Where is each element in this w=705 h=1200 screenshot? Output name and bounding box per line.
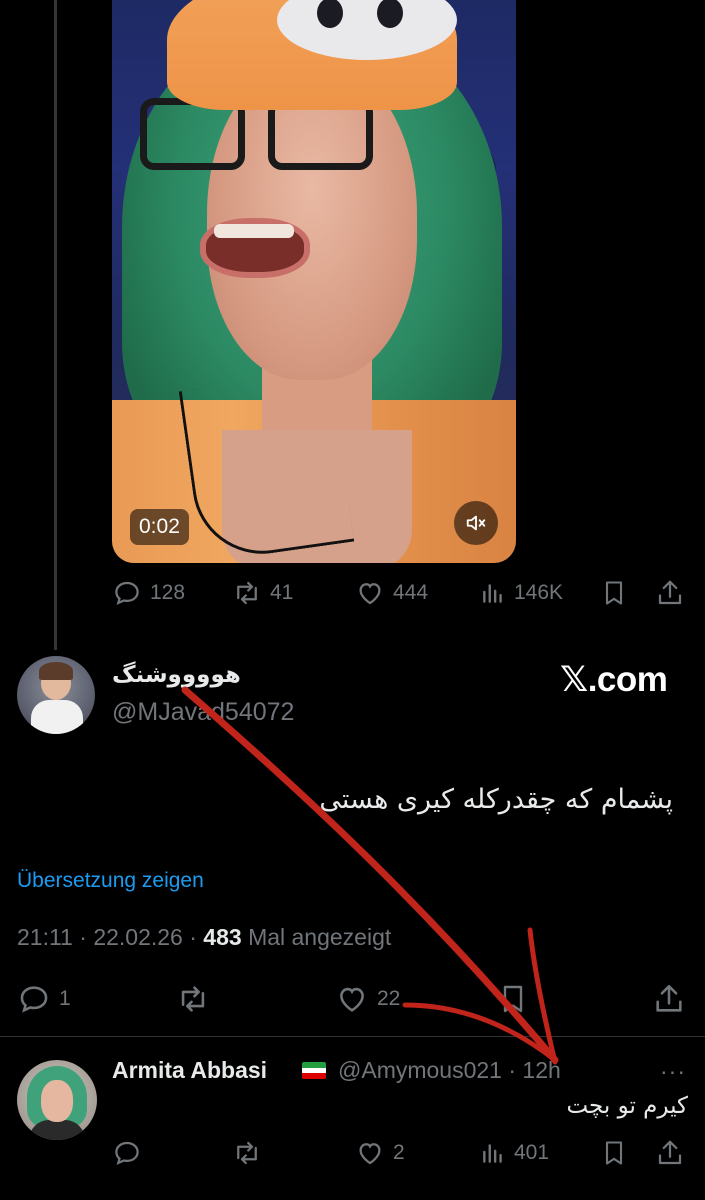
heart-icon <box>335 982 369 1016</box>
avatar[interactable] <box>17 656 95 734</box>
bookmark-button[interactable] <box>600 578 628 608</box>
heart-icon <box>355 578 385 608</box>
tweet2-action-bar: 1 22 <box>0 982 705 1016</box>
video-player[interactable]: 0:02 <box>112 0 516 563</box>
reply-icon <box>112 1138 142 1168</box>
like-count: 22 <box>377 987 401 1010</box>
analytics-icon <box>480 1138 506 1168</box>
bookmark-button[interactable] <box>497 982 529 1016</box>
tweet3-action-bar: 2 401 <box>0 1138 705 1170</box>
like-count: 2 <box>393 1141 405 1164</box>
share-icon <box>655 578 685 608</box>
reply-icon <box>112 578 142 608</box>
reply-button[interactable]: 1 <box>17 982 71 1016</box>
repost-button[interactable] <box>232 1138 262 1168</box>
tweet-date: 22.02.26 <box>93 924 183 950</box>
tweet-text: پشمام که چقدرکله کیری هستی <box>319 784 673 815</box>
views-count: 483 <box>203 924 242 950</box>
volume-mute-icon[interactable] <box>454 501 498 545</box>
reply-count: 1 <box>59 987 71 1010</box>
more-options-icon[interactable]: ··· <box>660 1058 686 1085</box>
bookmark-icon <box>600 1138 628 1168</box>
reply-button[interactable] <box>112 1138 142 1168</box>
repost-count: 41 <box>270 581 294 604</box>
display-name[interactable]: Armita Abbasi <box>112 1057 267 1084</box>
views-button[interactable]: 146K <box>480 578 563 608</box>
share-button[interactable] <box>655 1138 685 1168</box>
user-handle[interactable]: @Amymous021 <box>338 1057 502 1083</box>
share-button[interactable] <box>652 982 686 1016</box>
repost-button[interactable]: 41 <box>232 578 293 608</box>
bookmark-button[interactable] <box>600 1138 628 1168</box>
like-count: 444 <box>393 581 429 604</box>
views-count: 146K <box>514 581 564 604</box>
user-handle[interactable]: @MJavad54072 <box>112 698 294 727</box>
views-button[interactable]: 401 <box>480 1138 549 1168</box>
reply-button[interactable]: 128 <box>112 578 185 608</box>
reply-text: کیرم تو بچت <box>566 1093 688 1119</box>
like-button[interactable]: 2 <box>355 1138 405 1168</box>
bookmark-icon <box>600 578 628 608</box>
tweet-time: 21:11 <box>17 924 73 950</box>
heart-icon <box>355 1138 385 1168</box>
display-name[interactable]: هووووشنگ <box>112 662 241 688</box>
share-icon <box>652 982 686 1016</box>
views-label: Mal angezeigt <box>248 924 392 950</box>
views-count: 401 <box>514 1141 550 1164</box>
iran-flag-icon <box>302 1062 326 1079</box>
divider <box>0 1036 705 1037</box>
repost-icon <box>232 1138 262 1168</box>
repost-icon <box>232 578 262 608</box>
reply-count: 128 <box>150 581 186 604</box>
translate-link[interactable]: Übersetzung zeigen <box>17 869 204 893</box>
reply-icon <box>17 982 51 1016</box>
share-icon <box>655 1138 685 1168</box>
share-button[interactable] <box>655 578 685 608</box>
like-button[interactable]: 22 <box>335 982 400 1016</box>
video-timestamp: 0:02 <box>130 509 189 545</box>
bookmark-icon <box>497 982 529 1016</box>
tweet-meta: 21:11 · 22.02.26 · 483 Mal angezeigt <box>17 924 392 950</box>
tweet1-action-bar: 128 41 444 146K <box>0 578 705 610</box>
tweet-age: 12h <box>522 1057 561 1083</box>
repost-icon <box>175 982 211 1016</box>
analytics-icon <box>480 578 506 608</box>
user-handle-time: @Amymous021 · 12h <box>338 1057 561 1083</box>
avatar[interactable] <box>17 1060 97 1140</box>
like-button[interactable]: 444 <box>355 578 428 608</box>
thread-line <box>54 0 57 650</box>
page: 0:02 128 41 444 146K هووووشنگ @MJavad540… <box>0 0 705 1200</box>
x-watermark: 𝕏.com <box>560 660 668 699</box>
repost-button[interactable] <box>175 982 211 1016</box>
